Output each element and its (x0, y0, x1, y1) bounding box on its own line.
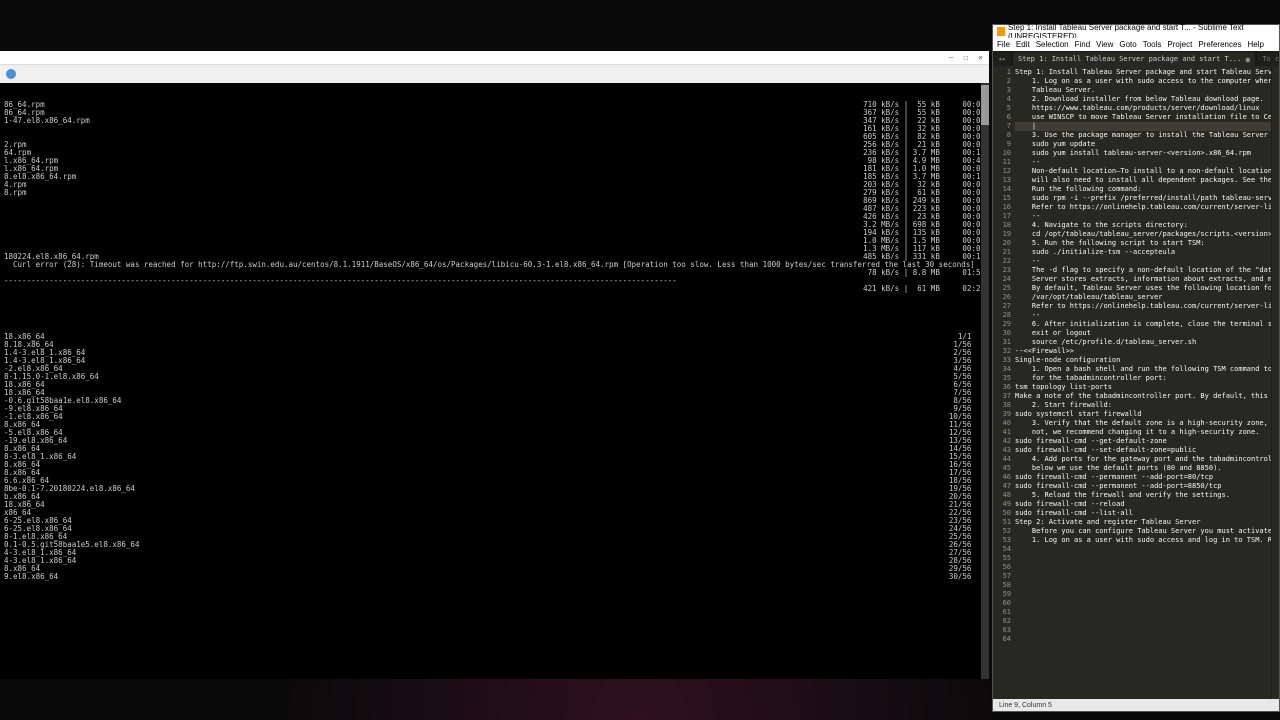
terminal-window: — ☐ ✕ 86_64.rpm710 kB/s | 55 kB 00:0086_… (0, 51, 989, 679)
tab-label: Step 1: Install Tableau Server package a… (1018, 55, 1241, 63)
menu-view[interactable]: View (1096, 40, 1113, 49)
menu-tools[interactable]: Tools (1143, 40, 1162, 49)
tab-dirty-icon[interactable]: ● (1245, 55, 1250, 64)
code-content[interactable]: Step 1: Install Tableau Server package a… (1015, 66, 1271, 699)
terminal-toolbar (0, 65, 989, 83)
sublime-icon (997, 27, 1005, 36)
menu-preferences[interactable]: Preferences (1198, 40, 1241, 49)
menu-edit[interactable]: Edit (1016, 40, 1030, 49)
minimap[interactable] (1271, 66, 1279, 699)
terminal-output[interactable]: 86_64.rpm710 kB/s | 55 kB 00:0086_64.rpm… (0, 83, 989, 679)
menu-selection[interactable]: Selection (1036, 40, 1069, 49)
menu-goto[interactable]: Goto (1119, 40, 1136, 49)
menu-file[interactable]: File (997, 40, 1010, 49)
minimize-button[interactable]: — (949, 53, 954, 62)
close-button[interactable]: ✕ (978, 53, 983, 62)
sublime-editor[interactable]: 1234567891011121314151617181920212223242… (993, 66, 1279, 699)
terminal-session-icon[interactable] (6, 69, 16, 79)
tab-nav-arrows[interactable]: ◂▸ (993, 52, 1011, 66)
menu-help[interactable]: Help (1247, 40, 1263, 49)
status-cursor: Line 9, Column 5 (999, 702, 1052, 709)
menu-project[interactable]: Project (1167, 40, 1192, 49)
sublime-window: Step 1: Install Tableau Server package a… (992, 24, 1280, 712)
tab-inactive[interactable]: To completely remove Tableau Serv... (1257, 52, 1279, 66)
sublime-statusbar[interactable]: Line 9, Column 5 (993, 699, 1279, 711)
sublime-menubar[interactable]: File Edit Selection Find View Goto Tools Projec… (993, 38, 1279, 51)
maximize-button[interactable]: ☐ (963, 53, 968, 62)
terminal-scrollbar[interactable] (981, 83, 989, 679)
terminal-titlebar[interactable]: — ☐ ✕ (0, 51, 989, 65)
line-gutter: 1234567891011121314151617181920212223242… (993, 66, 1015, 699)
scrollbar-thumb[interactable] (981, 85, 989, 125)
menu-find[interactable]: Find (1075, 40, 1091, 49)
sublime-titlebar[interactable]: Step 1: Install Tableau Server package a… (993, 25, 1279, 38)
tab-active[interactable]: Step 1: Install Tableau Server package a… (1013, 52, 1255, 66)
sublime-tabbar[interactable]: ◂▸ Step 1: Install Tableau Server packag… (993, 51, 1279, 66)
tab-label: To completely remove Tableau Serv... (1262, 55, 1279, 63)
